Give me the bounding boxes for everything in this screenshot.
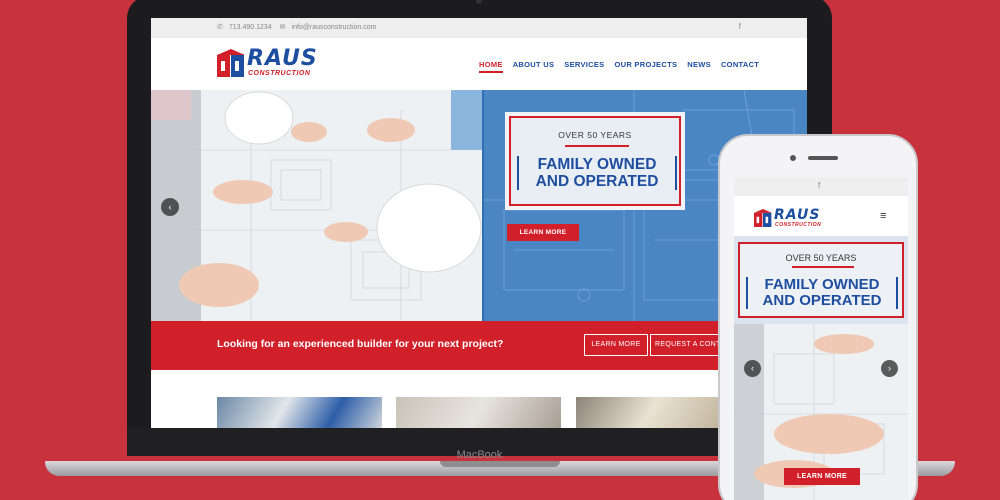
- project-thumbnail[interactable]: [396, 397, 561, 428]
- logo-mark-icon: [754, 209, 772, 227]
- nav-home[interactable]: HOME: [479, 60, 503, 73]
- phone-next-arrow[interactable]: ›: [881, 360, 898, 377]
- facebook-icon[interactable]: f: [818, 181, 820, 190]
- envelope-icon: ✉: [279, 24, 286, 31]
- phone-speaker: [808, 156, 838, 160]
- phone-hero-eyebrow: OVER 50 YEARS: [785, 253, 857, 263]
- topbar-email[interactable]: info@rausconstruction.com: [292, 24, 377, 31]
- phone-hero-title-line2: AND OPERATED: [762, 292, 882, 309]
- logo-mark-icon: [217, 49, 245, 77]
- hero-photo-illustration: [151, 90, 484, 321]
- phone-prev-arrow[interactable]: ‹: [744, 360, 761, 377]
- logo-name: RAUS: [247, 46, 318, 71]
- project-thumbnail[interactable]: [217, 397, 382, 428]
- cta-text: Looking for an experienced builder for y…: [217, 338, 504, 350]
- phone-topbar: f: [734, 177, 908, 196]
- main-nav: HOME ABOUT US SERVICES OUR PROJECTS NEWS…: [479, 60, 759, 73]
- nav-services[interactable]: SERVICES: [564, 60, 604, 73]
- hero-eyebrow: OVER 50 YEARS: [558, 130, 632, 140]
- hero-title: FAMILY OWNED AND OPERATED: [517, 156, 677, 190]
- site-topbar: ✆ 713.490.1234 ✉ info@rausconstruction.com…: [151, 18, 807, 38]
- site-logo[interactable]: RAUS CONSTRUCTION: [217, 46, 317, 80]
- phone-hero-underline: [792, 266, 854, 268]
- site-header: RAUS CONSTRUCTION HOME ABOUT US SERVICES…: [151, 38, 807, 90]
- logo-subtitle: CONSTRUCTION: [248, 70, 311, 77]
- logo-name: RAUS: [774, 207, 821, 223]
- cta-banner: Looking for an experienced builder for y…: [151, 321, 807, 370]
- nav-about-us[interactable]: ABOUT US: [513, 60, 555, 73]
- phone-hero-title: FAMILY OWNED AND OPERATED: [746, 277, 898, 309]
- phone-hero-title-line1: FAMILY OWNED: [764, 276, 880, 293]
- phone-learn-more-button[interactable]: LEARN MORE: [784, 468, 860, 485]
- hero-photo: ‹: [151, 90, 484, 321]
- nav-contact[interactable]: CONTACT: [721, 60, 759, 73]
- nav-our-projects[interactable]: OUR PROJECTS: [614, 60, 677, 73]
- hero-learn-more-button[interactable]: LEARN MORE: [507, 224, 579, 241]
- hero-title-line2: AND OPERATED: [535, 173, 659, 190]
- hero-title-line1: FAMILY OWNED: [537, 156, 657, 173]
- project-thumbnails: [151, 370, 807, 428]
- project-thumbnail[interactable]: [576, 397, 741, 428]
- hamburger-menu-icon[interactable]: ≡: [880, 210, 886, 222]
- nav-news[interactable]: NEWS: [687, 60, 711, 73]
- laptop-notch: [440, 461, 560, 467]
- phone-site-logo[interactable]: RAUS CONSTRUCTION: [754, 207, 821, 229]
- phone-header: RAUS CONSTRUCTION ≡: [734, 196, 908, 236]
- hero-headline-card: OVER 50 YEARS FAMILY OWNED AND OPERATED: [505, 112, 685, 210]
- phone-camera: [790, 155, 796, 161]
- laptop-screen: ✆ 713.490.1234 ✉ info@rausconstruction.com…: [151, 18, 807, 428]
- logo-subtitle: CONSTRUCTION: [775, 222, 822, 228]
- hero-prev-arrow[interactable]: ‹: [161, 198, 179, 216]
- facebook-icon[interactable]: f: [739, 22, 741, 31]
- topbar-contact: ✆ 713.490.1234 ✉ info@rausconstruction.com: [217, 23, 382, 31]
- phone-hero-card: OVER 50 YEARS FAMILY OWNED AND OPERATED: [738, 242, 904, 318]
- phone-hero: OVER 50 YEARS FAMILY OWNED AND OPERATED: [734, 236, 908, 324]
- cta-learn-more-button[interactable]: LEARN MORE: [584, 334, 648, 356]
- hero-slider: ‹ OVER 50 YEARS FAMILY OWNED AND OPERATE…: [151, 90, 807, 321]
- phone-screen: f RAUS CONSTRUCTION ≡ OVER 50 YEARS FAMI…: [734, 177, 908, 500]
- hero-eyebrow-underline: [565, 145, 629, 147]
- phone-icon: ✆: [217, 24, 223, 31]
- topbar-phone[interactable]: 713.490.1234: [229, 24, 272, 31]
